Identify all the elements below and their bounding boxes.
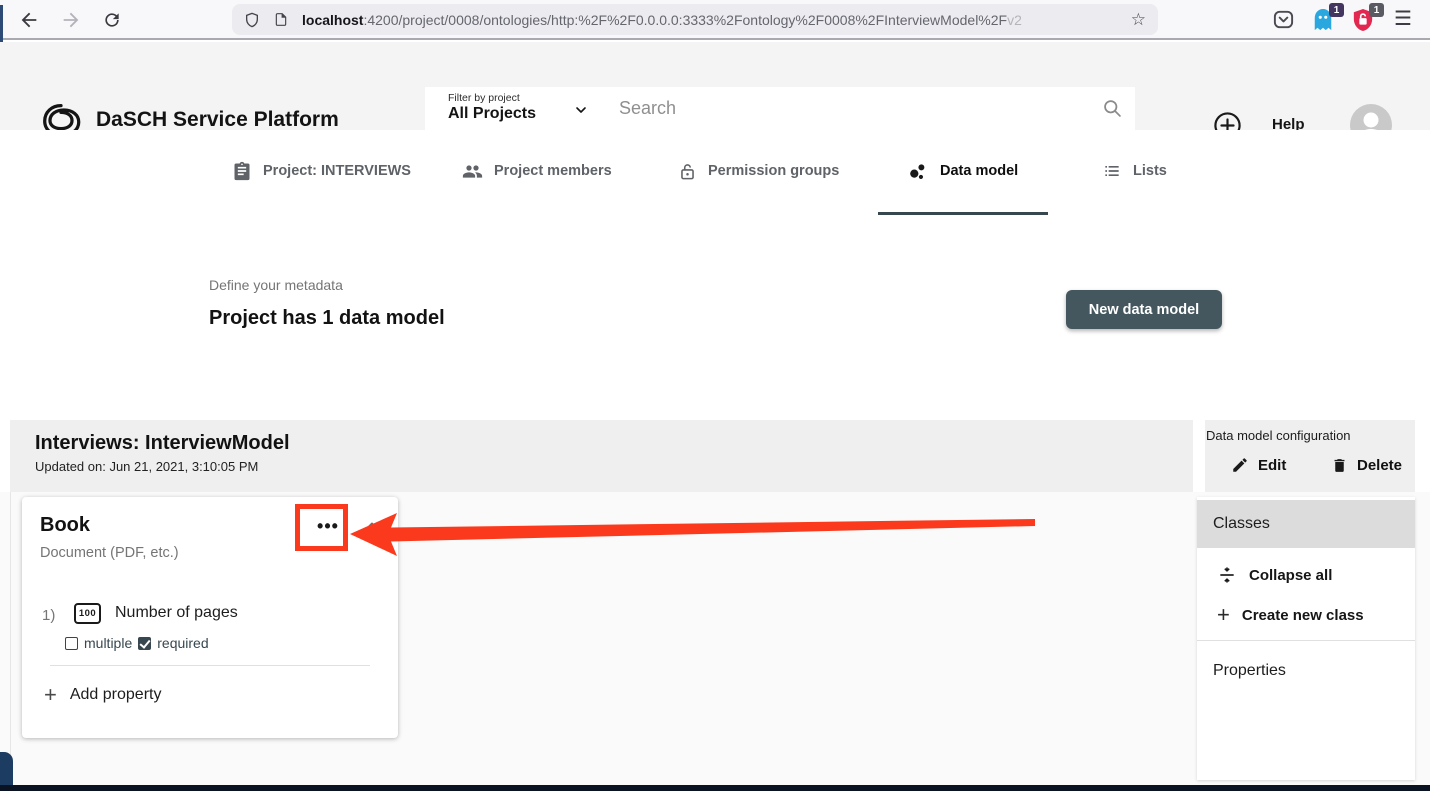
window-edge-decoration [0, 5, 3, 42]
property-label[interactable]: Number of pages [115, 604, 238, 622]
project-tab-bar: Project: INTERVIEWS Project members Perm… [0, 130, 1430, 215]
integer-icon: 100 [74, 603, 101, 624]
bubble-chart-icon [908, 161, 929, 182]
delete-data-model-button[interactable]: Delete [1331, 456, 1402, 475]
plus-icon: + [1217, 606, 1230, 624]
tab-label: Project: INTERVIEWS [263, 163, 411, 179]
search-input[interactable] [603, 87, 1135, 130]
account-pocket-icon[interactable] [1272, 8, 1296, 32]
class-more-menu-button[interactable]: ••• [304, 510, 352, 542]
create-new-class-button[interactable]: + Create new class [1197, 595, 1415, 635]
divider [1197, 640, 1415, 641]
config-panel-label: Data model configuration [1206, 428, 1351, 443]
forward-arrow-icon [60, 9, 82, 31]
content-border [10, 492, 11, 785]
pencil-icon [1231, 456, 1249, 474]
plus-icon: + [44, 685, 57, 705]
address-bar[interactable]: localhost:4200/project/0008/ontologies/h… [232, 4, 1158, 35]
tab-label: Permission groups [708, 163, 839, 179]
browser-reload-button[interactable] [99, 7, 125, 33]
new-data-model-button[interactable]: New data model [1066, 290, 1222, 329]
tab-data-model[interactable]: Data model [878, 130, 1048, 215]
back-arrow-icon [18, 9, 40, 31]
class-card-book: Book Document (PDF, etc.) ••• 1) 100 Num… [22, 497, 398, 738]
list-icon [1102, 161, 1122, 181]
reload-icon [102, 10, 122, 30]
edit-label: Edit [1258, 457, 1286, 474]
divider [50, 665, 370, 666]
add-property-label: Add property [70, 686, 162, 704]
data-models-overview: Define your metadata Project has 1 data … [0, 215, 1430, 420]
app-title: DaSCH Service Platform [96, 108, 339, 132]
overview-title: Project has 1 data model [209, 307, 445, 330]
window-bottom-edge [0, 785, 1430, 791]
chevron-down-icon [573, 102, 589, 123]
app-header: DaSCH Service Platform v4.10.1 Filter by… [0, 42, 1430, 130]
search-icon[interactable] [1102, 98, 1123, 124]
clipboard-icon [232, 161, 252, 181]
browser-menu-icon[interactable]: ☰ [1394, 6, 1412, 31]
lock-icon [678, 161, 697, 182]
collapse-class-button[interactable] [360, 517, 384, 537]
data-model-title: Interviews: InterviewModel [35, 432, 1193, 455]
sidebar-section-classes[interactable]: Classes [1197, 500, 1415, 548]
bookmark-star-icon[interactable]: ☆ [1131, 10, 1146, 30]
add-property-button[interactable]: + Add property [44, 685, 161, 705]
security-extension-icon[interactable]: 1 [1352, 8, 1376, 32]
data-model-editor: Book Document (PDF, etc.) ••• 1) 100 Num… [0, 492, 1430, 785]
overview-subtitle: Define your metadata [209, 277, 343, 293]
data-model-header: Interviews: InterviewModel Updated on: J… [10, 420, 1193, 492]
class-subtitle: Document (PDF, etc.) [40, 545, 179, 561]
tab-label: Lists [1133, 163, 1167, 179]
trash-icon [1331, 456, 1348, 475]
collapse-all-label: Collapse all [1249, 567, 1332, 584]
url-text: localhost:4200/project/0008/ontologies/h… [302, 12, 1123, 28]
tab-lists[interactable]: Lists [1102, 130, 1167, 212]
project-filter-dropdown[interactable]: Filter by project All Projects [425, 87, 603, 130]
browser-forward-button[interactable] [58, 7, 84, 33]
data-model-updated-timestamp: Updated on: Jun 21, 2021, 3:10:05 PM [35, 459, 1193, 474]
required-label: required [157, 635, 208, 651]
multiple-checkbox[interactable] [65, 637, 78, 650]
create-new-class-label: Create new class [1242, 607, 1364, 624]
shield-permissions-icon[interactable] [244, 11, 260, 29]
browser-back-button[interactable] [16, 7, 42, 33]
browser-toolbar: localhost:4200/project/0008/ontologies/h… [0, 0, 1430, 40]
page-info-icon[interactable] [274, 11, 288, 28]
app-window: localhost:4200/project/0008/ontologies/h… [0, 0, 1430, 791]
vertical-collapse-icon [1217, 565, 1237, 585]
sidebar-section-properties[interactable]: Properties [1197, 649, 1415, 693]
collapse-all-button[interactable]: Collapse all [1197, 555, 1415, 595]
search-panel: Filter by project All Projects [425, 87, 1135, 130]
required-checkbox[interactable] [138, 637, 151, 650]
tab-project-members[interactable]: Project members [462, 130, 612, 212]
chevron-up-icon [360, 517, 384, 537]
class-title: Book [40, 514, 90, 537]
tab-permission-groups[interactable]: Permission groups [678, 130, 839, 212]
tab-label: Project members [494, 163, 612, 179]
ghostery-extension-icon[interactable]: 1 [1312, 8, 1336, 32]
model-sidebar: Classes Collapse all + Create new class … [1197, 497, 1415, 780]
delete-label: Delete [1357, 457, 1402, 474]
edit-data-model-button[interactable]: Edit [1231, 456, 1286, 474]
property-index: 1) [42, 607, 55, 624]
data-model-config-panel: Data model configuration Edit Delete [1205, 420, 1415, 492]
property-flags: multiple required [65, 635, 209, 651]
people-icon [462, 161, 483, 182]
tab-project-info[interactable]: Project: INTERVIEWS [232, 130, 411, 212]
multiple-label: multiple [84, 635, 132, 651]
extension-badge: 1 [1369, 3, 1384, 17]
tab-label: Data model [940, 163, 1018, 179]
extension-badge: 1 [1329, 3, 1344, 17]
